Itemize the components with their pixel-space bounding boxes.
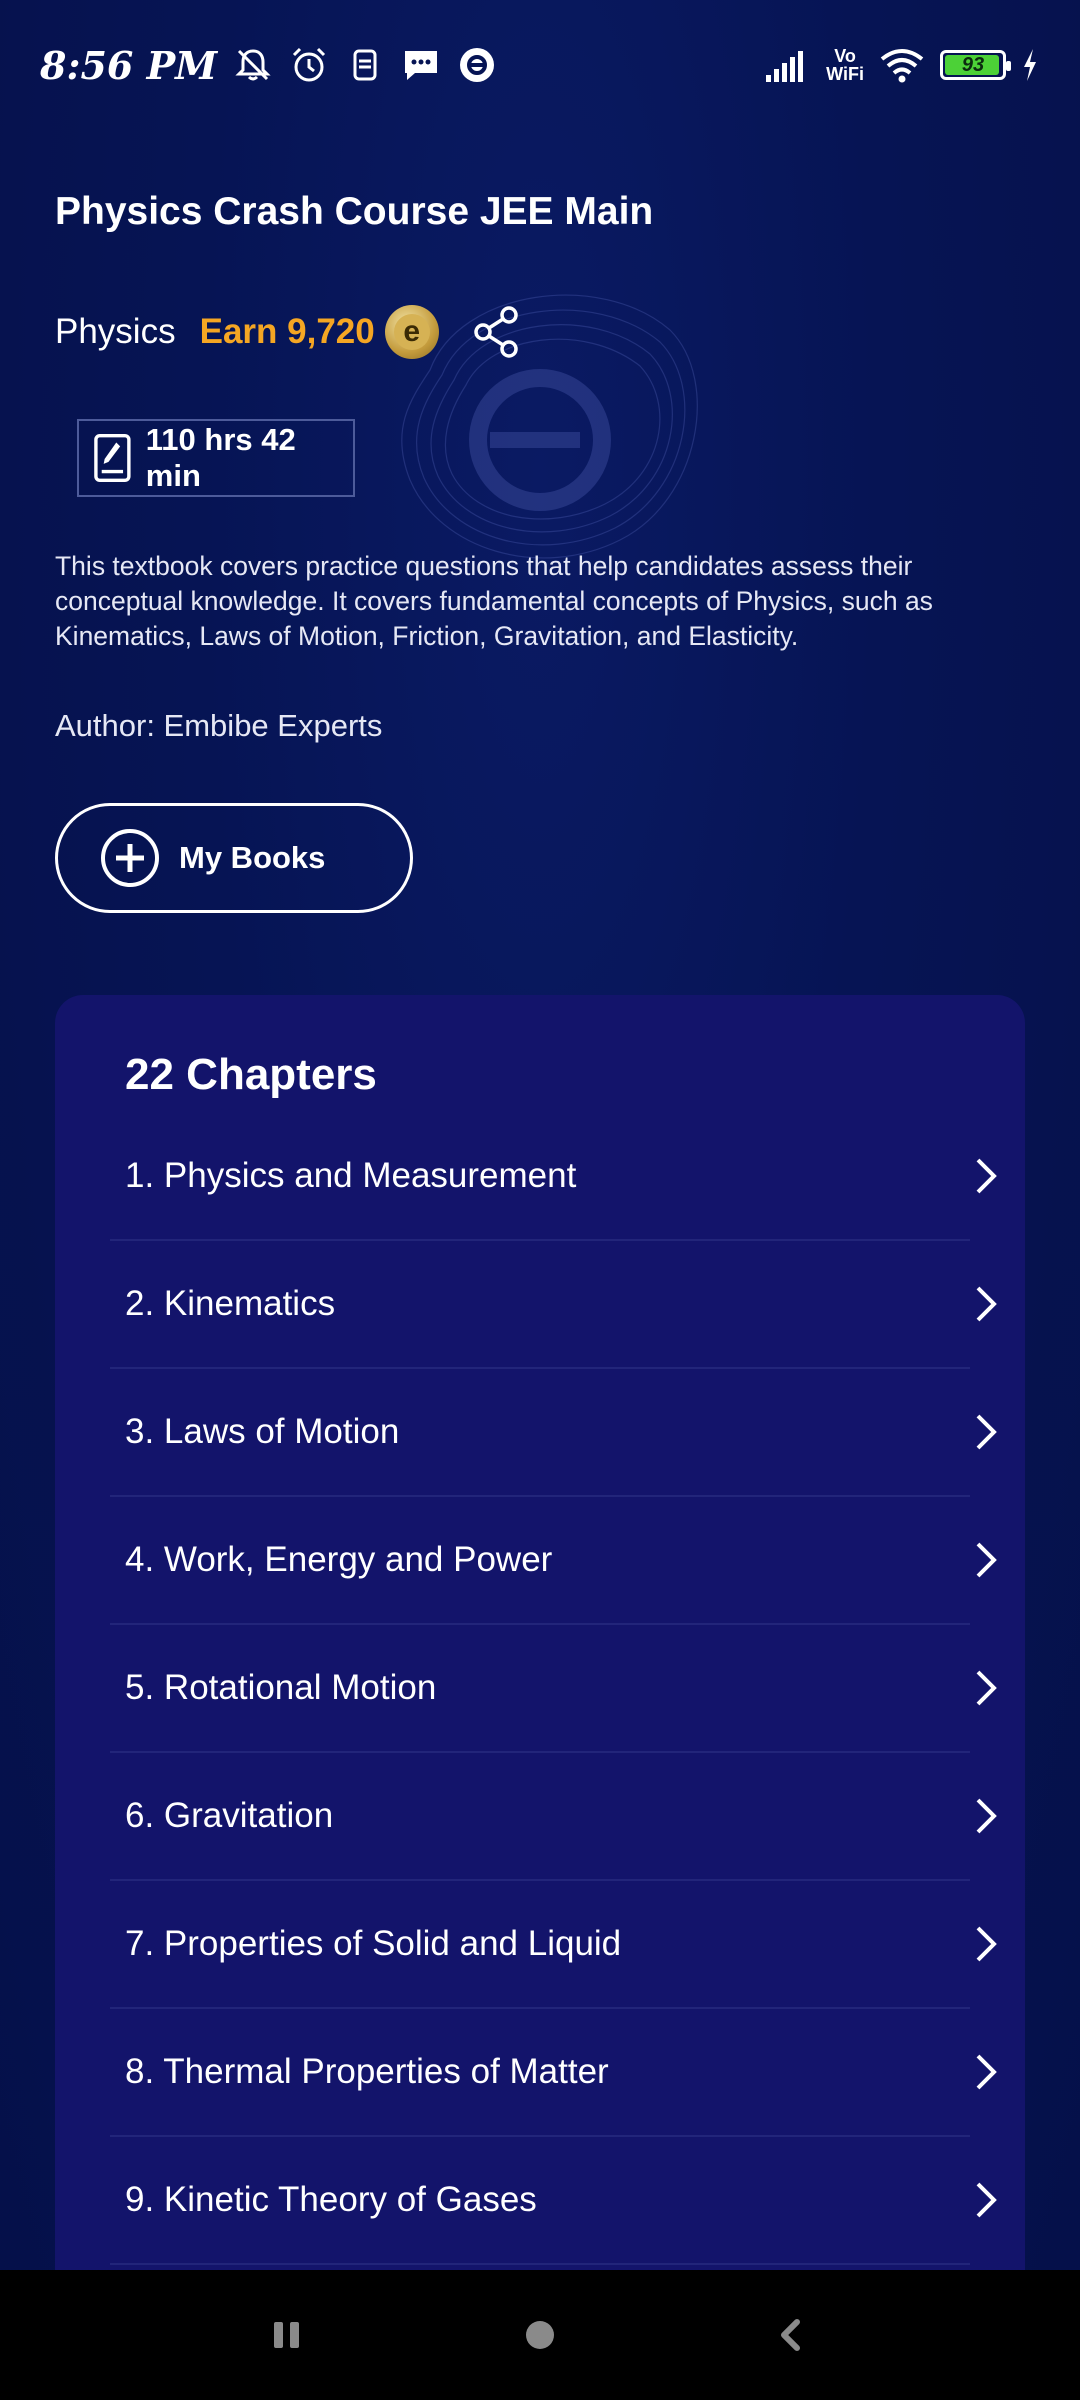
chevron-right-icon: [976, 1542, 997, 1578]
home-button[interactable]: [480, 2270, 600, 2400]
chevron-right-icon: [976, 1670, 997, 1706]
vowifi-top: Vo: [834, 46, 856, 66]
status-right: Vo WiFi 93: [764, 45, 1040, 85]
duration-text: 110 hrs 42 min: [145, 422, 296, 493]
chevron-right-icon: [976, 1798, 997, 1834]
embibe-coin-icon: e: [384, 305, 439, 359]
battery-cap: [1006, 61, 1011, 71]
battery-level: 93: [961, 53, 985, 76]
chapter-label: 1. Physics and Measurement: [125, 1156, 577, 1195]
recents-button[interactable]: [227, 2270, 347, 2400]
back-icon: [781, 2319, 800, 2351]
chapter-label: 2. Kinematics: [125, 1284, 336, 1323]
chapter-item[interactable]: 1. Physics and Measurement: [110, 1113, 997, 1241]
chevron-right-icon: [976, 2182, 997, 2218]
chapters-card: 22 Chapters 1. Physics and Measurement 2…: [55, 995, 1025, 2275]
chapter-item[interactable]: 9. Kinetic Theory of Gases: [110, 2137, 997, 2265]
chapter-item[interactable]: 5. Rotational Motion: [110, 1625, 997, 1753]
chapter-label: 3. Laws of Motion: [125, 1412, 400, 1451]
chapter-label: 8. Thermal Properties of Matter: [125, 2052, 609, 2091]
subject-label: Physics: [55, 312, 176, 351]
chevron-right-icon: [976, 1286, 997, 1322]
mute-icon: [235, 49, 271, 81]
chevron-right-icon: [976, 1414, 997, 1450]
chapter-item[interactable]: 4. Work, Energy and Power: [110, 1497, 997, 1625]
earn-points: Earn 9,720: [199, 312, 375, 351]
wifi-icon: [880, 49, 924, 83]
author-label: Author: Embibe Experts: [55, 708, 383, 743]
chapter-label: 5. Rotational Motion: [125, 1668, 437, 1707]
chapter-label: 4. Work, Energy and Power: [125, 1540, 553, 1579]
coin-glyph: e: [393, 314, 430, 350]
my-books-label: My Books: [179, 840, 326, 875]
status-time: 8:56 PM: [40, 42, 218, 88]
chapter-item[interactable]: 2. Kinematics: [110, 1241, 997, 1369]
add-to-my-books-button[interactable]: My Books: [55, 803, 413, 913]
chevron-right-icon: [976, 2054, 997, 2090]
chapters-heading: 22 Chapters: [125, 1050, 377, 1099]
share-icon[interactable]: [471, 305, 523, 359]
status-bar: 8:56 PM Vo WiFi 93: [0, 0, 1080, 130]
vowifi-bottom: WiFi: [826, 64, 864, 84]
sim-icon: [353, 49, 377, 81]
chapter-label: 6. Gravitation: [125, 1796, 334, 1835]
course-description: This textbook covers practice questions …: [55, 551, 933, 651]
chevron-right-icon: [976, 1158, 997, 1194]
chapter-item[interactable]: 3. Laws of Motion: [110, 1369, 997, 1497]
home-icon: [526, 2321, 554, 2349]
message-icon: [405, 51, 438, 80]
embibe-icon: [460, 48, 495, 82]
recents-icon: [274, 2322, 299, 2348]
chapter-item[interactable]: 6. Gravitation: [110, 1753, 997, 1881]
duration-badge: 110 hrs 42 min: [77, 419, 355, 497]
back-button[interactable]: [731, 2270, 851, 2400]
charging-icon: [1024, 49, 1036, 81]
system-navigation-bar: [0, 2270, 1080, 2400]
signal-icon: [766, 51, 804, 82]
vowifi-indicator: Vo WiFi: [826, 47, 864, 83]
chapter-label: 7. Properties of Solid and Liquid: [125, 1924, 622, 1963]
plus-circle-icon: [101, 829, 159, 887]
chapter-item[interactable]: 7. Properties of Solid and Liquid: [110, 1881, 997, 2009]
chapter-list: 1. Physics and Measurement 2. Kinematics…: [110, 1113, 1010, 2265]
chapter-item[interactable]: 8. Thermal Properties of Matter: [110, 2009, 997, 2137]
course-title: Physics Crash Course JEE Main: [55, 190, 654, 233]
chapter-label: 9. Kinetic Theory of Gases: [125, 2180, 537, 2219]
battery-icon: 93: [940, 50, 1011, 80]
pencil-book-icon: [94, 434, 131, 482]
course-meta-row: Physics Earn 9,720 e: [55, 300, 523, 364]
alarm-icon: [293, 47, 326, 82]
status-left: 8:56 PM: [40, 43, 497, 88]
chevron-right-icon: [976, 1926, 997, 1962]
